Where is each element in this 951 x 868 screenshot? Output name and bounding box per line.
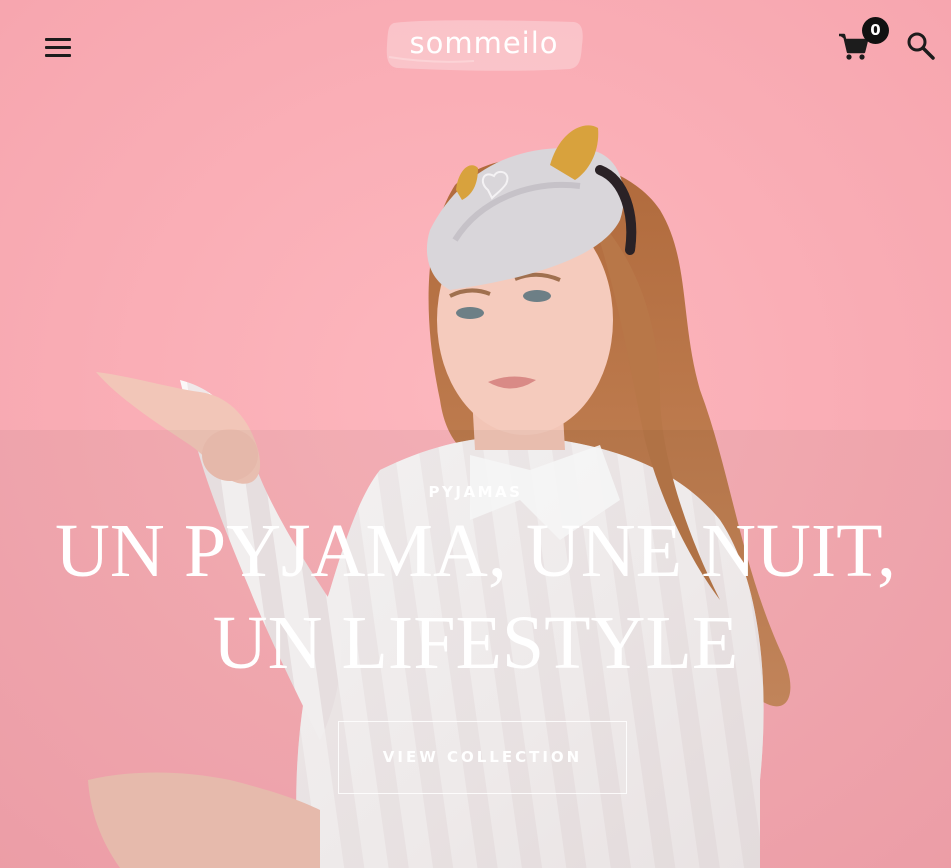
- menu-icon-bar-bottom: [45, 54, 71, 57]
- hero-headline-line1: UN PYJAMA, UNE NUIT,: [55, 509, 896, 593]
- menu-button[interactable]: [40, 30, 76, 64]
- search-button[interactable]: [904, 30, 938, 62]
- search-icon: [907, 32, 935, 60]
- site-logo[interactable]: sommeilo: [384, 17, 584, 73]
- menu-icon-bar-top: [45, 38, 71, 41]
- hero-headline-line2: UN LIFESTYLE: [212, 601, 739, 685]
- site-header: sommeilo 0: [0, 0, 951, 92]
- view-collection-button[interactable]: VIEW COLLECTION: [338, 721, 627, 794]
- hero-section: sommeilo 0 PYJAMAS UN PYJAMA, UNE NUIT, …: [0, 0, 951, 868]
- cart-count-badge: 0: [862, 17, 889, 44]
- menu-icon-bar-middle: [45, 46, 71, 49]
- hero-headline: UN PYJAMA, UNE NUIT, UN LIFESTYLE: [20, 505, 931, 689]
- logo-text: sommeilo: [409, 26, 559, 60]
- hero-eyebrow: PYJAMAS: [428, 483, 523, 501]
